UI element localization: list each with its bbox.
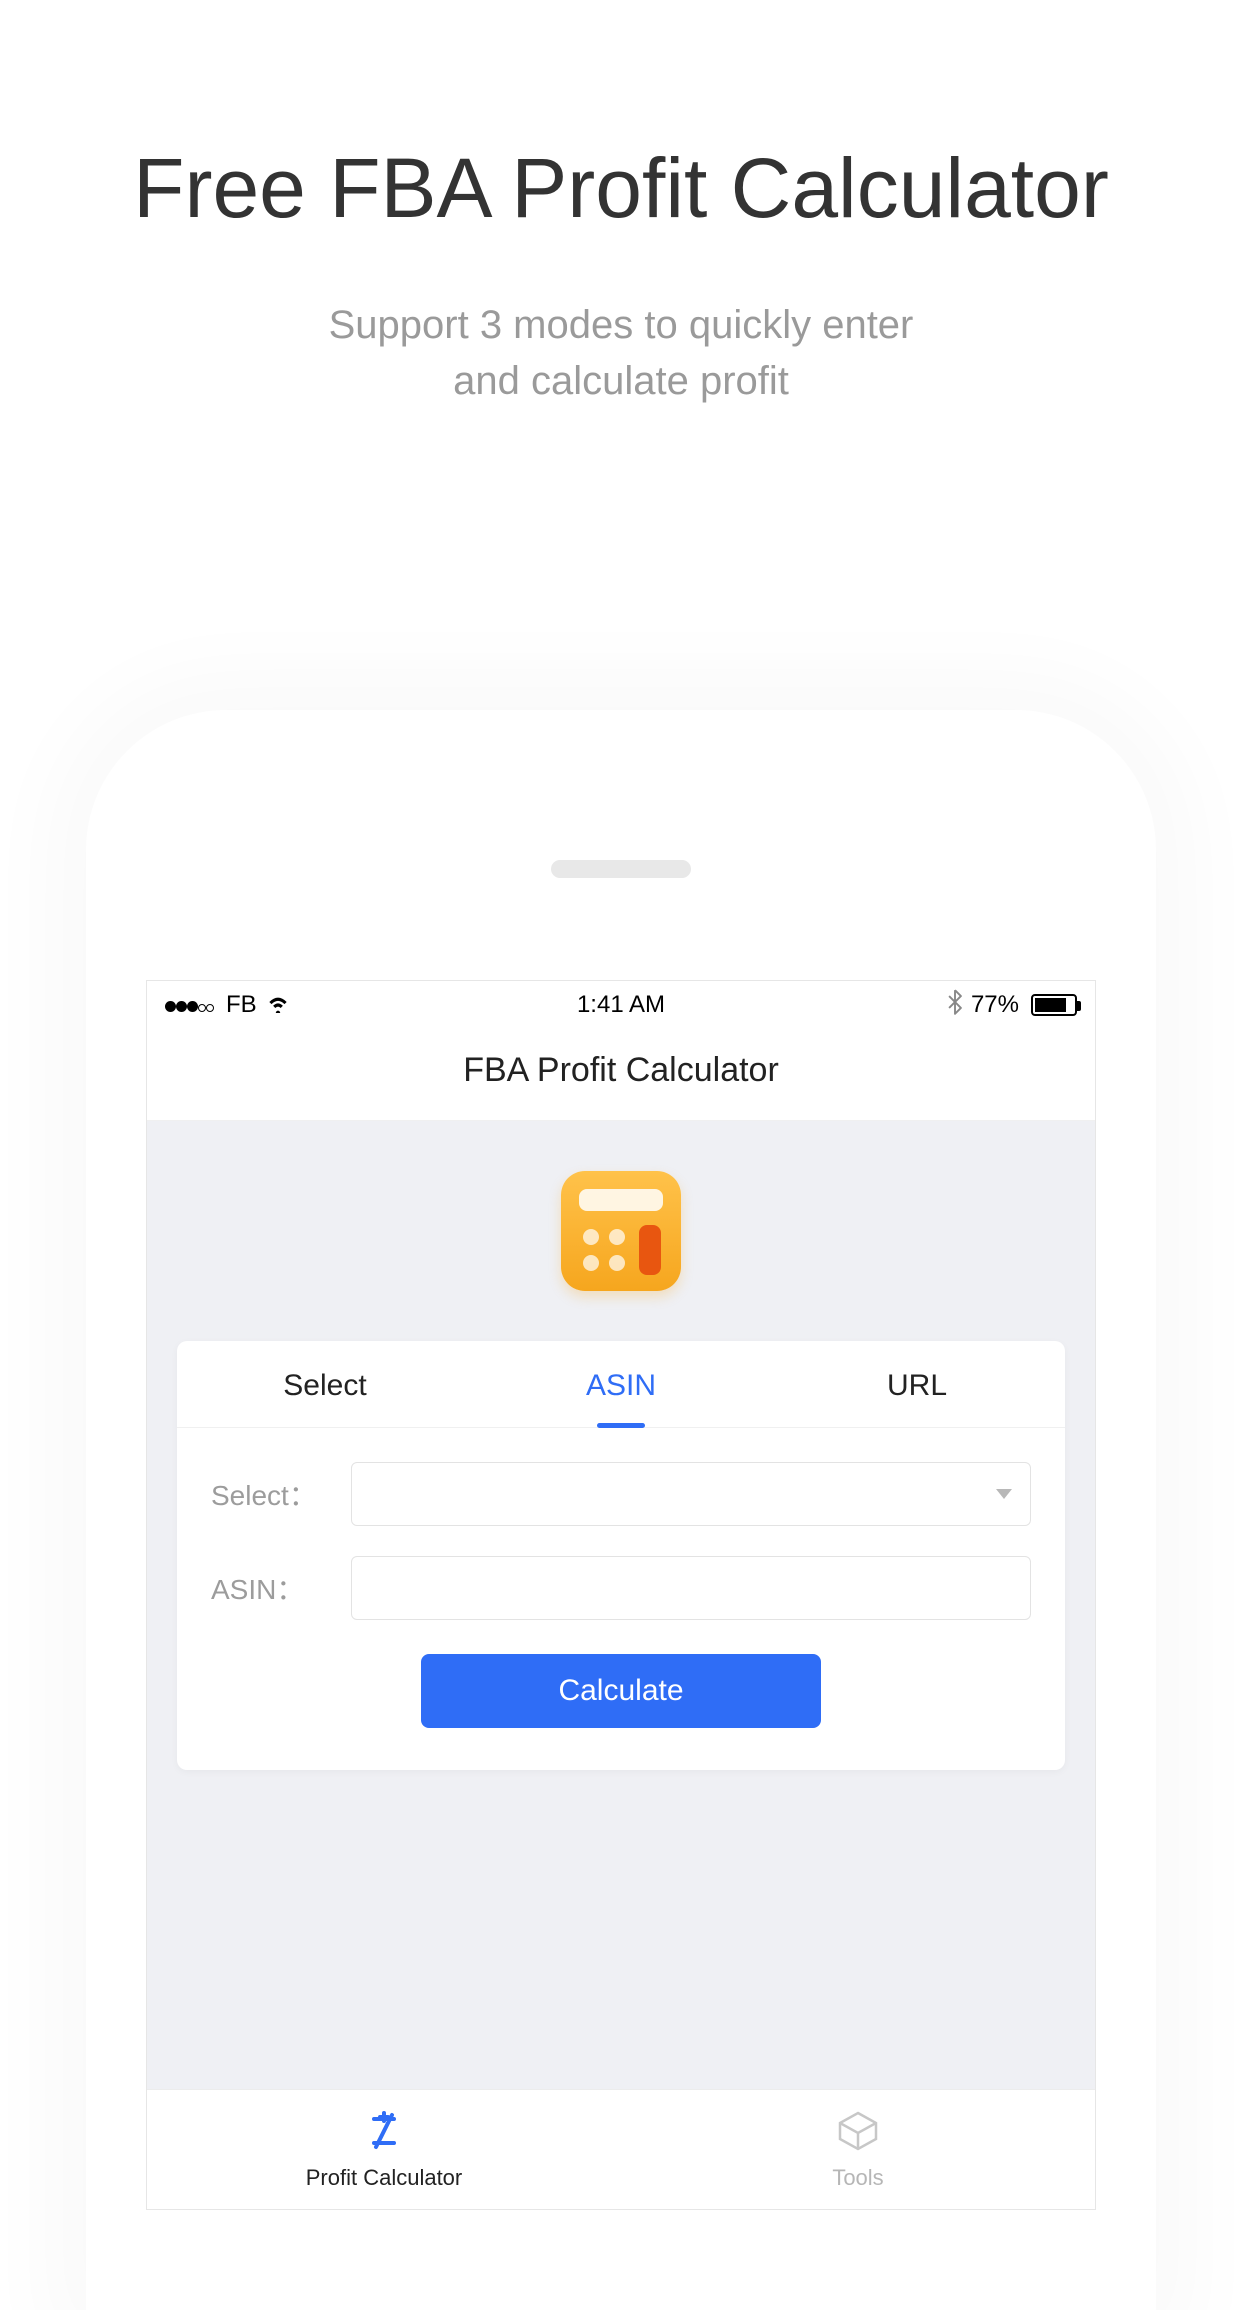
asin-input[interactable] — [368, 1557, 1014, 1619]
status-time: 1:41 AM — [466, 991, 776, 1019]
status-right: 77% — [776, 989, 1077, 1022]
calculator-form: Select： ASIN： Calculate — [177, 1428, 1065, 1770]
phone-speaker — [551, 860, 691, 878]
profit-calculator-icon — [362, 2109, 406, 2159]
bottom-tab-bar: Profit Calculator Tools — [147, 2089, 1095, 2209]
select-row: Select： — [211, 1462, 1031, 1526]
battery-percent: 77% — [971, 991, 1019, 1019]
bluetooth-icon — [947, 989, 963, 1022]
app-screen: FB 1:41 AM 77% FBA Profit Calculator — [146, 980, 1096, 2210]
page-title: FBA Profit Calculator — [147, 1029, 1095, 1121]
hero-subtitle-line2: and calculate profit — [0, 353, 1242, 409]
tab-profit-label: Profit Calculator — [306, 2165, 463, 2191]
tab-asin[interactable]: ASIN — [473, 1341, 769, 1427]
hero-subtitle-line1: Support 3 modes to quickly enter — [0, 297, 1242, 353]
chevron-down-icon — [996, 1489, 1012, 1499]
asin-label: ASIN： — [211, 1568, 351, 1608]
wifi-icon — [265, 991, 291, 1020]
calculate-button[interactable]: Calculate — [421, 1654, 821, 1728]
tab-profit-calculator[interactable]: Profit Calculator — [147, 2090, 621, 2209]
main-content: Select ASIN URL Select： ASIN： — [147, 1121, 1095, 2089]
tab-tools[interactable]: Tools — [621, 2090, 1095, 2209]
carrier-label: FB — [226, 991, 257, 1019]
battery-icon — [1027, 994, 1077, 1016]
status-bar: FB 1:41 AM 77% — [147, 981, 1095, 1029]
hero-title: Free FBA Profit Calculator — [0, 140, 1242, 237]
asin-input-wrap — [351, 1556, 1031, 1620]
tab-url[interactable]: URL — [769, 1341, 1065, 1427]
asin-row: ASIN： — [211, 1556, 1031, 1620]
mode-tabs: Select ASIN URL — [177, 1341, 1065, 1428]
signal-dots-icon — [165, 991, 214, 1019]
phone-frame: FB 1:41 AM 77% FBA Profit Calculator — [86, 710, 1156, 2310]
tools-icon — [836, 2109, 880, 2159]
tab-tools-label: Tools — [832, 2165, 883, 2191]
select-dropdown[interactable] — [351, 1462, 1031, 1526]
calculator-icon — [561, 1171, 681, 1291]
status-left: FB — [165, 991, 466, 1020]
calculator-card: Select ASIN URL Select： ASIN： — [177, 1341, 1065, 1770]
hero: Free FBA Profit Calculator Support 3 mod… — [0, 0, 1242, 409]
select-label: Select： — [211, 1474, 351, 1514]
tab-select[interactable]: Select — [177, 1341, 473, 1427]
hero-subtitle: Support 3 modes to quickly enter and cal… — [0, 297, 1242, 409]
